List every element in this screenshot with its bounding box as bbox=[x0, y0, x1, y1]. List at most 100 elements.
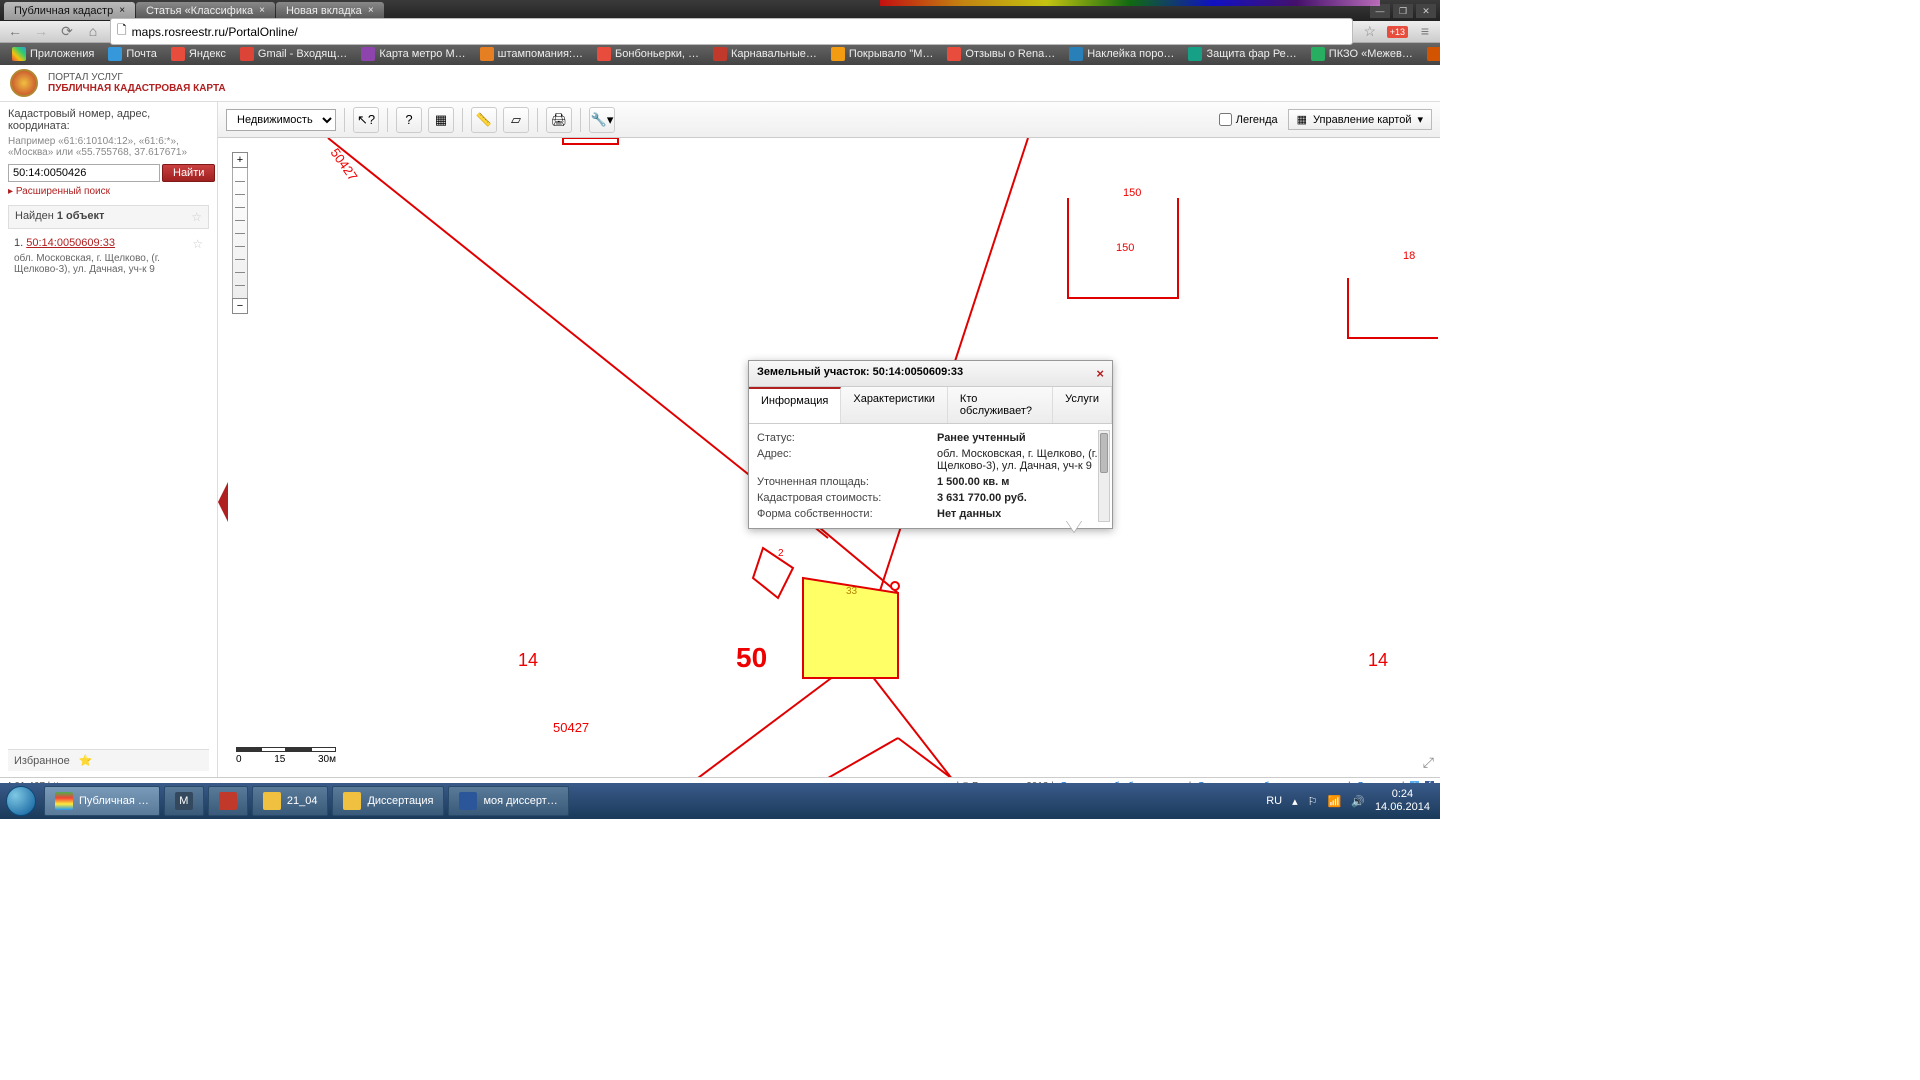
parcel-label: 150 bbox=[1116, 242, 1134, 254]
identify-icon[interactable]: ↖? bbox=[353, 107, 379, 133]
bookmark-item[interactable]: Яндекс bbox=[165, 45, 232, 63]
date: 14.06.2014 bbox=[1375, 801, 1430, 814]
bookmark-item[interactable]: Почта bbox=[102, 45, 163, 63]
volume-icon[interactable]: 🔊 bbox=[1351, 795, 1365, 808]
bookmark-item[interactable]: Карнавальные… bbox=[707, 45, 823, 63]
search-button[interactable]: Найти bbox=[162, 164, 215, 182]
taskbar-item[interactable]: M bbox=[164, 786, 204, 816]
close-icon[interactable]: × bbox=[259, 5, 265, 16]
zoom-slider[interactable] bbox=[232, 168, 248, 298]
zoom-control: + − bbox=[232, 152, 248, 314]
result-number: 1. bbox=[14, 237, 23, 249]
info-key: Уточненная площадь: bbox=[757, 476, 937, 488]
bookmark-item[interactable]: ПКЗО «Межев… bbox=[1305, 45, 1419, 63]
tab-service[interactable]: Кто обслуживает? bbox=[948, 387, 1053, 423]
info-value: Нет данных bbox=[937, 508, 1112, 520]
taskbar-item[interactable]: Диссертация bbox=[332, 786, 444, 816]
popup-scrollbar[interactable] bbox=[1098, 430, 1110, 522]
reload-icon[interactable]: ⟳ bbox=[58, 23, 76, 41]
advanced-search-link[interactable]: ▸ Расширенный поиск bbox=[8, 186, 209, 197]
bookmark-item[interactable]: Gmail - Входящ… bbox=[234, 45, 353, 63]
notification-icon[interactable]: +13 bbox=[1387, 26, 1408, 38]
tab-info[interactable]: Информация bbox=[749, 387, 841, 423]
measure-icon[interactable]: 📏 bbox=[471, 107, 497, 133]
language-indicator[interactable]: RU bbox=[1266, 795, 1282, 807]
tab-characteristics[interactable]: Характеристики bbox=[841, 387, 948, 423]
print-icon[interactable]: 🖨 bbox=[546, 107, 572, 133]
map-area[interactable]: Недвижимость ↖? ? ▦ 📏 ▱ 🖨 🔧▾ Легенда ▦Уп… bbox=[218, 102, 1440, 777]
menu-icon[interactable]: ≡ bbox=[1416, 23, 1434, 41]
close-icon[interactable]: × bbox=[119, 5, 125, 16]
popup-header[interactable]: Земельный участок: 50:14:0050609:33 × bbox=[749, 361, 1112, 387]
bookmark-item[interactable]: Отзывы о Rena… bbox=[941, 45, 1061, 63]
cadastral-search-input[interactable] bbox=[8, 164, 160, 182]
bookmark-item[interactable]: Бонбоньерки, … bbox=[591, 45, 705, 63]
close-icon[interactable]: × bbox=[368, 5, 374, 16]
app-header: ПОРТАЛ УСЛУГ ПУБЛИЧНАЯ КАДАСТРОВАЯ КАРТА bbox=[0, 65, 1440, 102]
info-key: Форма собственности: bbox=[757, 508, 937, 520]
info-icon[interactable]: ? bbox=[396, 107, 422, 133]
bookmark-label: Защита фар Ре… bbox=[1206, 48, 1296, 60]
scroll-thumb[interactable] bbox=[1100, 433, 1108, 473]
taskbar-item[interactable]: моя диссерт… bbox=[448, 786, 568, 816]
start-button[interactable] bbox=[0, 783, 42, 819]
taskbar-item[interactable]: Публичная … bbox=[44, 786, 160, 816]
windows-logo-icon bbox=[6, 786, 36, 816]
taskbar-item[interactable] bbox=[208, 786, 248, 816]
bookmark-item[interactable]: Наклейка поро… bbox=[1063, 45, 1180, 63]
bookmark-item[interactable]: Покрывало "М… bbox=[825, 45, 939, 63]
star-icon[interactable]: ☆ bbox=[192, 237, 203, 251]
zoom-out-button[interactable]: − bbox=[232, 298, 248, 314]
time: 0:24 bbox=[1375, 788, 1430, 801]
layer-select[interactable]: Недвижимость bbox=[226, 109, 336, 131]
flag-icon[interactable]: ⚐ bbox=[1308, 795, 1318, 808]
tools-icon[interactable]: 🔧▾ bbox=[589, 107, 615, 133]
star-icon[interactable]: ☆ bbox=[191, 210, 202, 224]
scale-value: 0 bbox=[236, 754, 242, 765]
system-tray: RU ▴ ⚐ 📶 🔊 0:2414.06.2014 bbox=[1256, 788, 1440, 814]
browser-tab[interactable]: Публичная кадастр × bbox=[4, 2, 135, 20]
info-value: обл. Московская, г. Щелково, (г. Щелково… bbox=[937, 448, 1112, 472]
tab-uslugi[interactable]: Услуги bbox=[1053, 387, 1112, 423]
browser-tab[interactable]: Новая вкладка× bbox=[276, 2, 384, 20]
map-toolbar: Недвижимость ↖? ? ▦ 📏 ▱ 🖨 🔧▾ Легенда ▦Уп… bbox=[218, 102, 1440, 138]
map-control-button[interactable]: ▦Управление картой▾ bbox=[1288, 109, 1432, 130]
result-link[interactable]: 50:14:0050609:33 bbox=[26, 237, 115, 249]
maximize-icon[interactable]: ❐ bbox=[1393, 4, 1413, 18]
close-icon[interactable]: × bbox=[1096, 366, 1104, 381]
network-icon[interactable]: 📶 bbox=[1328, 795, 1342, 808]
home-icon[interactable]: ⌂ bbox=[84, 23, 102, 41]
info-value: 1 500.00 кв. м bbox=[937, 476, 1112, 488]
favorites-bar[interactable]: Избранное ⭐ bbox=[8, 749, 209, 771]
extent-icon[interactable]: ▦ bbox=[428, 107, 454, 133]
tab-label: Публичная кадастр bbox=[14, 5, 113, 17]
apps-button[interactable]: Приложения bbox=[6, 45, 100, 63]
taskbar-item[interactable]: 21_04 bbox=[252, 786, 329, 816]
popup-title: Земельный участок: 50:14:0050609:33 bbox=[757, 366, 963, 381]
close-icon[interactable]: ✕ bbox=[1416, 4, 1436, 18]
fullscreen-icon[interactable]: ⤢ bbox=[1423, 754, 1434, 771]
area-icon[interactable]: ▱ bbox=[503, 107, 529, 133]
bookmark-label: Gmail - Входящ… bbox=[258, 48, 347, 60]
result-item[interactable]: 1. 50:14:0050609:33 ☆ обл. Московская, г… bbox=[8, 233, 209, 279]
tray-chevron-icon[interactable]: ▴ bbox=[1292, 795, 1298, 808]
legend-check-input[interactable] bbox=[1219, 113, 1232, 126]
back-icon[interactable]: ← bbox=[6, 23, 24, 41]
info-row: Адрес:обл. Московская, г. Щелково, (г. Щ… bbox=[757, 446, 1112, 474]
bookmark-item[interactable]: Карта метро М… bbox=[355, 45, 471, 63]
bookmark-item[interactable]: Защита фар Ре… bbox=[1182, 45, 1302, 63]
rosreestr-logo-icon bbox=[10, 69, 38, 97]
forward-icon[interactable]: → bbox=[32, 23, 50, 41]
zoom-in-button[interactable]: + bbox=[232, 152, 248, 168]
url-input[interactable]: 🗋 maps.rosreestr.ru/PortalOnline/ bbox=[110, 18, 1353, 45]
bookmark-item[interactable]: штампомания:… bbox=[474, 45, 589, 63]
star-icon[interactable]: ☆ bbox=[1361, 23, 1379, 41]
bookmark-label: штампомания:… bbox=[498, 48, 583, 60]
bookmark-item[interactable]: "Розиа" bbox=[1421, 45, 1440, 63]
clock[interactable]: 0:2414.06.2014 bbox=[1375, 788, 1430, 814]
legend-checkbox[interactable]: Легенда bbox=[1219, 113, 1278, 126]
found-count: 1 объект bbox=[57, 210, 105, 222]
portal-label: ПОРТАЛ УСЛУГ bbox=[48, 72, 123, 83]
bookmark-label: Яндекс bbox=[189, 48, 226, 60]
browser-tab[interactable]: Статья «Классифика× bbox=[136, 2, 275, 20]
